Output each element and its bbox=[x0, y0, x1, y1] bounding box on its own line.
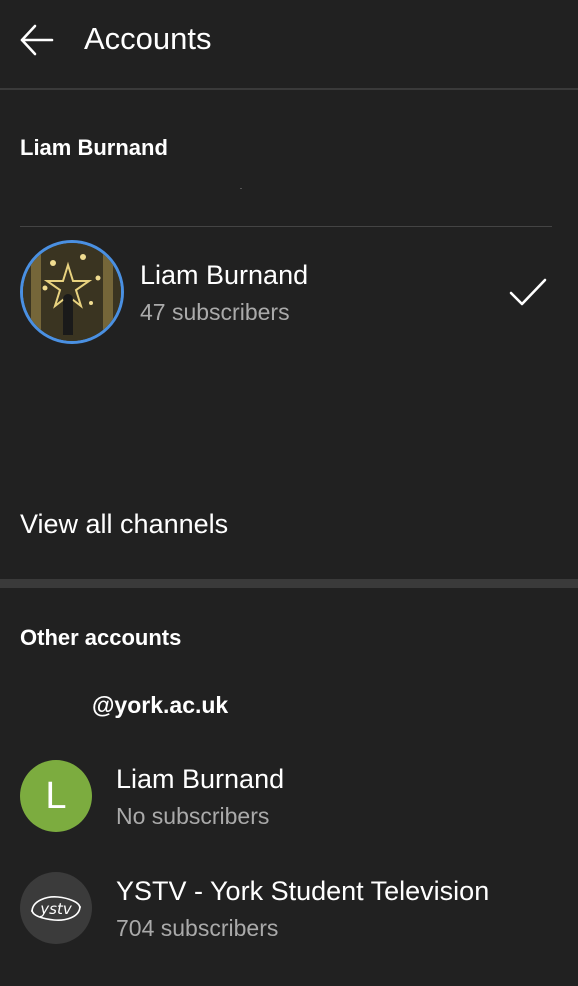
back-button[interactable] bbox=[14, 18, 58, 62]
other-accounts-heading: Other accounts bbox=[20, 625, 182, 650]
header-divider bbox=[0, 88, 578, 90]
channel-subscribers: 47 subscribers bbox=[140, 299, 290, 325]
ystv-logo-avatar: ystv bbox=[20, 872, 92, 944]
channel-avatar-photo bbox=[20, 240, 124, 344]
other-channel-name-2: YSTV - York Student Television bbox=[116, 876, 490, 906]
account-email: @york.ac.uk bbox=[92, 692, 229, 718]
other-channel-subscribers-1: No subscribers bbox=[116, 803, 270, 829]
view-all-channels-link[interactable]: View all channels bbox=[20, 506, 228, 542]
channel-name: Liam Burnand bbox=[140, 260, 309, 290]
arrow-left-icon bbox=[20, 24, 54, 56]
other-channel-subscribers-2: 704 subscribers bbox=[116, 915, 279, 941]
check-icon bbox=[509, 278, 547, 306]
account-divider bbox=[20, 226, 552, 227]
avatar: L bbox=[20, 760, 92, 832]
current-account-heading: Liam Burnand bbox=[20, 135, 168, 160]
ystv-logo-icon: ystv bbox=[31, 896, 81, 921]
other-channel-name-1: Liam Burnand bbox=[116, 764, 285, 794]
ystv-logo-text: ystv bbox=[39, 900, 73, 918]
app-header: Accounts bbox=[0, 0, 578, 88]
hidden-email-placeholder bbox=[240, 188, 242, 189]
section-divider bbox=[0, 579, 578, 588]
page-title: Accounts bbox=[84, 21, 212, 56]
avatar-photo-image bbox=[23, 243, 121, 341]
